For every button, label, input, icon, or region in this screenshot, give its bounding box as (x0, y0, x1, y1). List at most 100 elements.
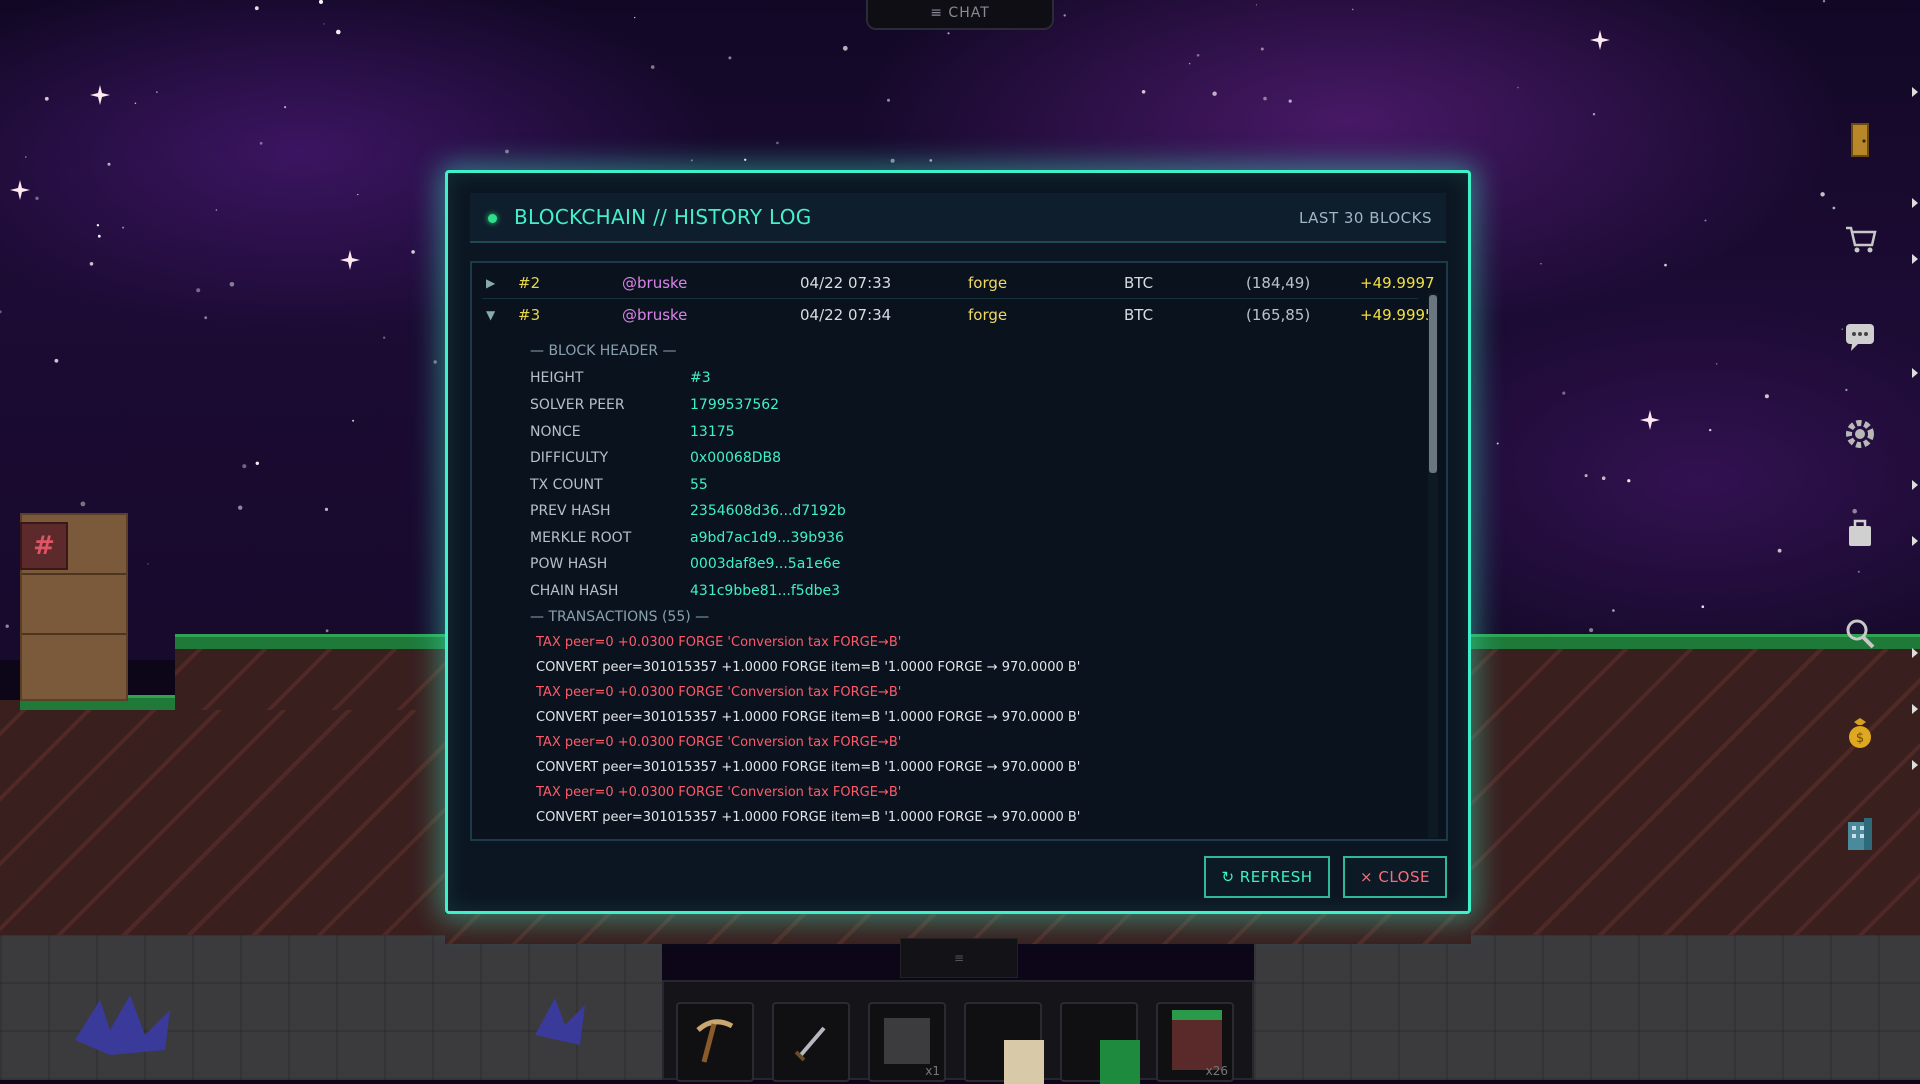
field-value-merkle-root: a9bd7ac1d9...39b936 (690, 530, 844, 546)
star (44, 96, 49, 101)
star (842, 45, 848, 51)
star (1601, 476, 1606, 481)
side-arrow-icon[interactable] (1912, 480, 1918, 490)
gear-icon[interactable] (1840, 414, 1880, 454)
star (650, 65, 655, 69)
transaction-line: TAX peer=0 +0.0300 FORGE 'Conversion tax… (536, 785, 902, 800)
star (1141, 90, 1146, 94)
scrollbar-thumb[interactable] (1429, 295, 1437, 473)
side-arrow-icon[interactable] (1912, 87, 1918, 97)
field-value-pow-hash: 0003daf8e9...5a1e6e (690, 556, 841, 572)
star (255, 461, 259, 465)
block-row-expanded[interactable]: ▼ #3 @bruske 04/22 07:34 forge BTC (165,… (482, 301, 1435, 329)
refresh-button[interactable]: ↻ REFRESH (1204, 856, 1330, 898)
block-time: 04/22 07:33 (800, 274, 892, 292)
star (259, 141, 263, 145)
star (1496, 442, 1499, 445)
field-label-solver-peer: SOLVER PEER (530, 397, 625, 413)
field-value-height: #3 (690, 370, 711, 386)
transaction-line: TAX peer=0 +0.0300 FORGE 'Conversion tax… (536, 735, 902, 750)
money-bag-icon[interactable]: $ (1840, 712, 1880, 752)
hotbar-slot-3[interactable]: x1 (868, 1002, 946, 1082)
field-value-difficulty: 0x00068DB8 (690, 450, 782, 466)
bag-icon[interactable] (1840, 512, 1880, 552)
crystal-ore-left (75, 995, 170, 1055)
grass-block-icon (1100, 1040, 1140, 1084)
star (1845, 388, 1848, 392)
hotbar-slot-5[interactable] (1060, 1002, 1140, 1084)
side-arrow-icon[interactable] (1912, 648, 1918, 658)
chat-tab[interactable]: ≡ CHAT (866, 0, 1054, 30)
star (411, 250, 415, 254)
star (1627, 479, 1631, 483)
field-value-nonce: 13175 (690, 424, 735, 440)
svg-text:$: $ (1856, 731, 1864, 746)
block-coords: (165,85) (1246, 306, 1311, 324)
star (122, 226, 125, 229)
star (1764, 394, 1769, 399)
hotbar-slot-1[interactable] (676, 1002, 754, 1082)
star (324, 507, 329, 511)
star (1612, 609, 1615, 612)
star (238, 505, 243, 510)
star (634, 16, 636, 19)
star (1709, 428, 1712, 432)
door-icon[interactable] (1840, 120, 1880, 160)
star (690, 159, 693, 162)
block-action: forge (968, 306, 1008, 324)
field-value-solver-peer: 1799537562 (690, 397, 780, 413)
star (1188, 62, 1191, 65)
side-arrow-icon[interactable] (1912, 368, 1918, 378)
block-reward: +49.9995 (1360, 306, 1435, 324)
star (1820, 192, 1825, 197)
star (505, 149, 509, 154)
chat-icon[interactable] (1840, 316, 1880, 356)
building-icon[interactable] (1840, 814, 1880, 854)
star (229, 282, 235, 287)
side-arrow-icon[interactable] (1912, 254, 1918, 264)
close-button[interactable]: × CLOSE (1343, 856, 1447, 898)
star (96, 224, 100, 227)
block-id: #3 (518, 306, 541, 324)
cart-icon[interactable] (1840, 218, 1880, 258)
collapse-arrow-icon[interactable]: ▼ (486, 301, 495, 329)
field-label-chain-hash: CHAIN HASH (530, 583, 619, 599)
field-value-chain-hash: 431c9bbe81...f5dbe3 (690, 583, 841, 599)
star (1260, 47, 1264, 51)
star (1212, 91, 1217, 96)
hotbar-slot-6[interactable]: x26 (1156, 1002, 1234, 1082)
hotbar-handle[interactable]: ≡ (900, 938, 1018, 978)
star (204, 316, 208, 320)
star (1351, 8, 1354, 11)
star (1063, 14, 1066, 17)
side-arrow-icon[interactable] (1912, 198, 1918, 208)
modal-title: BLOCKCHAIN // HISTORY LOG (514, 205, 812, 229)
block-row[interactable]: ▶ #2 @bruske 04/22 07:33 forge BTC (184,… (482, 269, 1435, 297)
side-arrow-icon[interactable] (1912, 760, 1918, 770)
star (1857, 570, 1860, 573)
star (54, 358, 59, 363)
pickaxe-icon (696, 1019, 734, 1063)
slot-count: x26 (1205, 1064, 1228, 1078)
expand-arrow-icon[interactable]: ▶ (486, 269, 495, 297)
star (1255, 4, 1258, 6)
star (1288, 99, 1292, 103)
grass-ledge-left-upper (175, 634, 445, 649)
side-arrow-icon[interactable] (1912, 704, 1918, 714)
side-arrow-icon[interactable] (1912, 536, 1918, 546)
transaction-line: CONVERT peer=301015357 +1.0000 FORGE ite… (536, 760, 1081, 775)
star (1715, 363, 1718, 365)
star (433, 360, 437, 364)
block-action: forge (968, 274, 1008, 292)
transaction-line: CONVERT peer=301015357 +1.0000 FORGE ite… (536, 810, 1081, 825)
dirt-terrain-right (1471, 640, 1920, 940)
star (890, 158, 895, 163)
hotbar-slot-2[interactable] (772, 1002, 850, 1082)
hotbar-slot-4[interactable] (964, 1002, 1044, 1084)
star (1777, 548, 1782, 553)
star (1196, 54, 1200, 57)
field-label-height: HEIGHT (530, 370, 584, 386)
search-icon[interactable] (1840, 614, 1880, 654)
star (1540, 262, 1542, 265)
bright-star (10, 180, 30, 200)
